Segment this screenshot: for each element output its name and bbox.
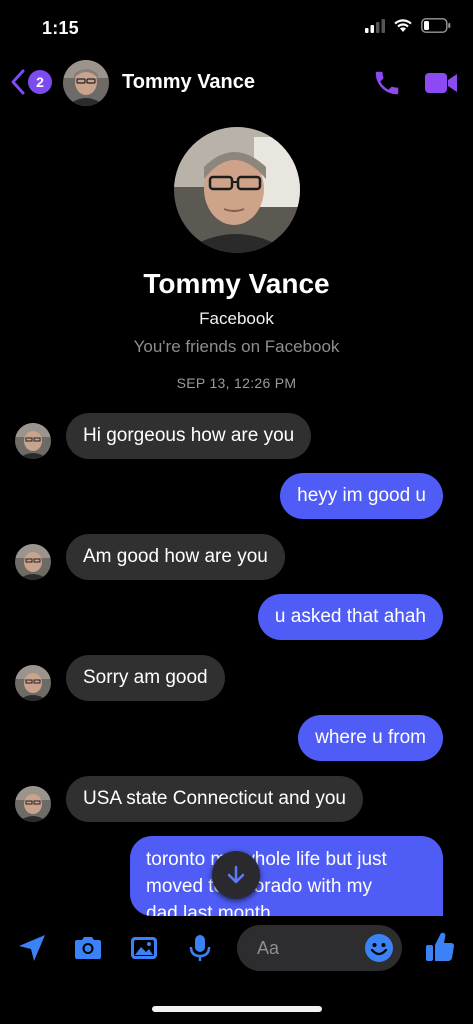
sender-avatar[interactable] bbox=[15, 786, 51, 822]
battery-icon bbox=[421, 18, 451, 33]
message-outgoing[interactable]: heyy im good u bbox=[280, 473, 443, 519]
emoji-button[interactable] bbox=[364, 933, 394, 968]
signal-icon bbox=[365, 18, 385, 33]
status-time: 1:15 bbox=[42, 18, 79, 38]
emoji-icon bbox=[365, 934, 393, 962]
message-incoming[interactable]: Sorry am good bbox=[66, 655, 225, 701]
camera-button[interactable] bbox=[72, 932, 104, 969]
video-camera-icon bbox=[425, 73, 457, 93]
profile-name: Tommy Vance bbox=[143, 268, 330, 299]
audio-call-button[interactable] bbox=[372, 68, 402, 103]
message-incoming[interactable]: USA state Connecticut and you bbox=[66, 776, 363, 822]
message-line: toronto my whole life but just bbox=[146, 849, 387, 870]
message-incoming[interactable]: Hi gorgeous how are you bbox=[66, 413, 312, 459]
avatar-image bbox=[15, 665, 51, 701]
like-button[interactable] bbox=[424, 930, 456, 969]
arrow-down-icon bbox=[227, 865, 245, 884]
avatar-image bbox=[15, 544, 51, 580]
wifi-icon bbox=[394, 19, 412, 32]
message-line: moved to colorado with my bbox=[146, 876, 372, 897]
message-line: dad last month bbox=[146, 903, 271, 916]
contact-avatar[interactable] bbox=[63, 60, 109, 106]
message-outgoing[interactable]: u asked that ahah bbox=[257, 594, 443, 640]
gallery-button[interactable] bbox=[128, 932, 160, 969]
thumbs-up-icon bbox=[426, 932, 454, 961]
back-button[interactable]: 2 bbox=[10, 68, 52, 96]
status-bar: 1:15 bbox=[0, 0, 473, 56]
profile-avatar[interactable] bbox=[174, 127, 300, 253]
location-button[interactable] bbox=[16, 932, 48, 969]
status-icons bbox=[365, 18, 451, 33]
image-icon bbox=[131, 937, 157, 959]
profile-platform: Facebook bbox=[199, 309, 274, 328]
message-input-placeholder: Aa bbox=[257, 938, 280, 958]
avatar-image bbox=[63, 60, 109, 106]
message-input[interactable]: Aa bbox=[237, 925, 402, 971]
camera-icon bbox=[75, 937, 101, 959]
conversation-timestamp: SEP 13, 12:26 PM bbox=[176, 375, 297, 391]
avatar-image bbox=[15, 423, 51, 459]
message-outgoing[interactable]: where u from bbox=[298, 715, 443, 761]
microphone-icon bbox=[189, 935, 211, 961]
message-outgoing[interactable]: toronto my whole life but just moved to … bbox=[130, 836, 443, 916]
home-indicator[interactable] bbox=[152, 1006, 322, 1012]
avatar-image bbox=[15, 786, 51, 822]
location-arrow-icon bbox=[19, 935, 45, 961]
profile-photo bbox=[174, 127, 300, 253]
conversation-header: 2 Tommy Vance bbox=[0, 56, 473, 112]
back-chevron-icon bbox=[11, 69, 25, 95]
sender-avatar[interactable] bbox=[15, 544, 51, 580]
contact-name[interactable]: Tommy Vance bbox=[122, 71, 255, 94]
sender-avatar[interactable] bbox=[15, 423, 51, 459]
message-incoming[interactable]: Am good how are you bbox=[66, 534, 285, 580]
sender-avatar[interactable] bbox=[15, 665, 51, 701]
voice-message-button[interactable] bbox=[184, 932, 216, 969]
video-call-button[interactable] bbox=[424, 68, 458, 103]
profile-relationship: You're friends on Facebook bbox=[133, 337, 340, 356]
scroll-to-bottom-button[interactable] bbox=[212, 851, 260, 899]
unread-badge: 2 bbox=[28, 70, 52, 94]
phone-icon bbox=[375, 71, 399, 95]
